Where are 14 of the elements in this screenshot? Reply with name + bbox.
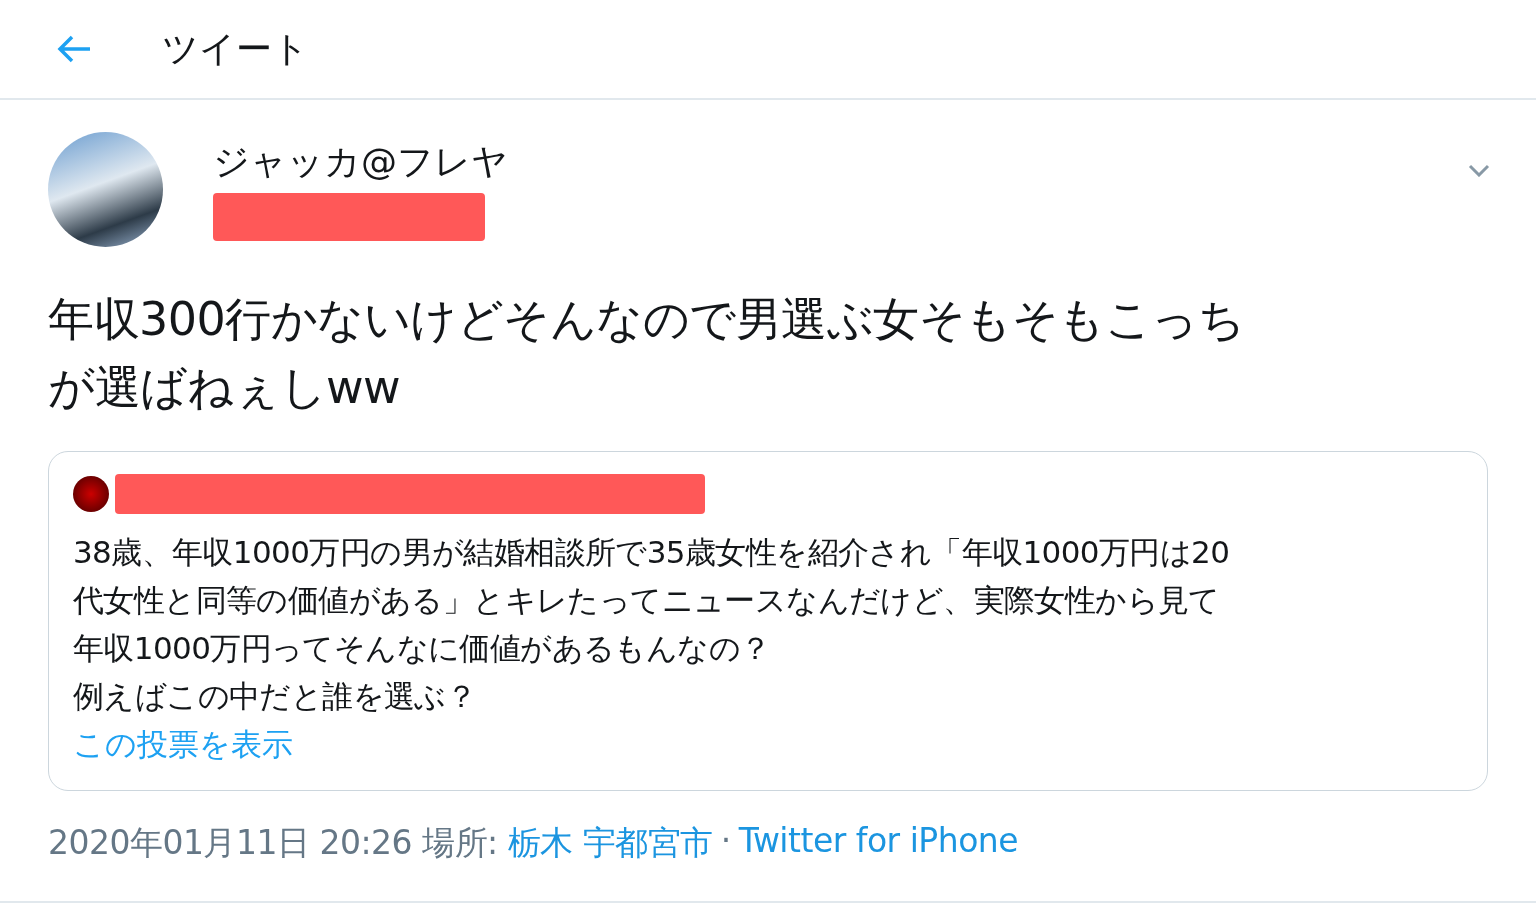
timestamp: 2020年01月11日 20:26: [48, 822, 413, 864]
tweet-text: 年収300行かないけどそんなので男選ぶ女そもそもこっち が選ばねぇしww: [48, 291, 1246, 416]
place-link[interactable]: 栃木 宇都宮市: [507, 821, 713, 866]
show-poll-link[interactable]: この投票を表示: [73, 724, 293, 766]
place-label: 場所:: [422, 822, 498, 864]
page-title: ツイート: [162, 26, 309, 71]
back-arrow-icon[interactable]: [56, 34, 92, 64]
quote-card[interactable]: 38歳、年収1000万円の男が結婚相談所で35歳女性を紹介され「年収1000万円は20 代女性と同等の価値がある」とキレたってニュースなんだけど、実際女性から見て 年収1000万円ってそんなに価値があるもんなの？ 例えばこの中だと誰を選ぶ？ この投票を表示: [48, 451, 1488, 791]
separator-dot: ·: [720, 821, 731, 862]
quote-text: 38歳、年収1000万円の男が結婚相談所で35歳女性を紹介され「年収1000万円は20 代女性と同等の価値がある」とキレたってニュースなんだけど、実際女性から見て 年収1000万円ってそんなに価値があるもんなの？ 例えばこの中だと誰を選ぶ？: [73, 533, 1231, 716]
chevron-down-icon[interactable]: [1468, 164, 1490, 177]
avatar-icon: [73, 476, 109, 512]
source-link[interactable]: Twitter for iPhone: [738, 821, 1019, 866]
display-name: ジャッカ@フレヤ: [213, 140, 509, 184]
